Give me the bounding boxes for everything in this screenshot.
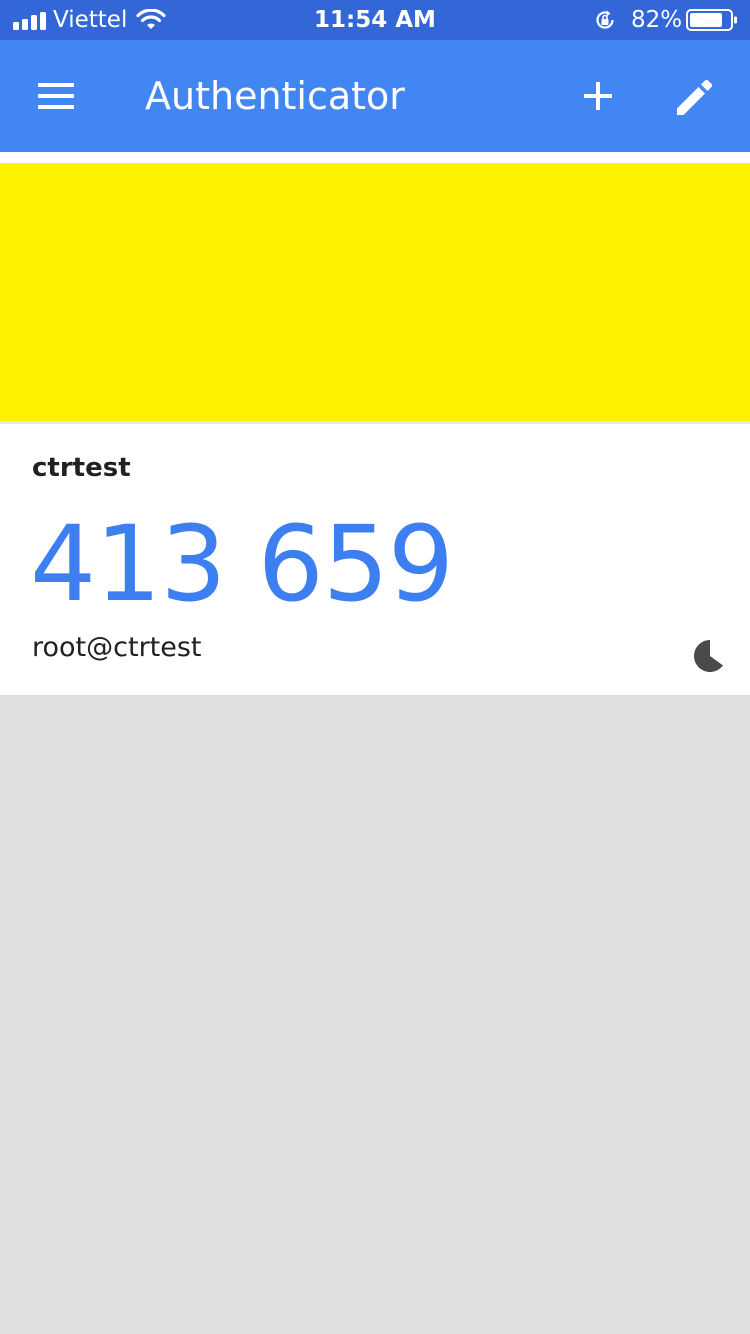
account-issuer: ctrtest [32, 453, 131, 483]
empty-list-area [0, 695, 750, 1334]
app-title: Authenticator [145, 74, 405, 118]
edit-button[interactable] [668, 68, 724, 124]
pencil-icon [677, 79, 713, 115]
plus-icon [584, 82, 612, 110]
otp-code[interactable]: 413 659 [30, 504, 454, 624]
app-bar-divider [0, 152, 750, 163]
status-bar: Viettel 11:54 AM 82% [0, 0, 750, 40]
add-account-button[interactable] [570, 68, 626, 124]
menu-icon [38, 83, 74, 109]
countdown-timer-icon [693, 640, 726, 672]
highlight-banner [0, 163, 750, 421]
account-name: root@ctrtest [32, 632, 202, 663]
battery-icon [686, 9, 737, 31]
battery-percentage: 82% [631, 7, 683, 33]
account-card[interactable]: ctrtest 413 659 root@ctrtest [0, 424, 750, 695]
app-bar: Authenticator [0, 40, 750, 152]
menu-button[interactable] [24, 68, 88, 124]
rotation-lock-icon [596, 10, 614, 29]
